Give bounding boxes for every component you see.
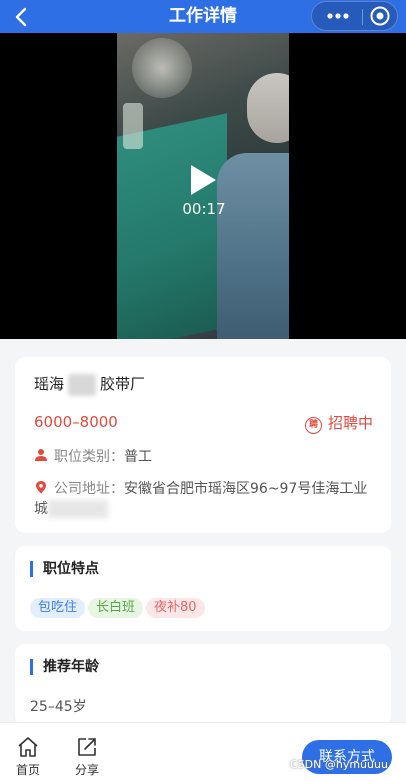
person-icon <box>35 449 47 461</box>
job-category-label: 职位类别： <box>54 449 124 465</box>
company-name-prefix: 瑶海 <box>34 375 65 393</box>
job-category: 职位类别：普工 <box>34 446 152 466</box>
video-player[interactable]: 00:17 <box>0 33 406 339</box>
mini-program-capsule <box>311 1 398 31</box>
more-icon[interactable] <box>322 2 354 30</box>
redacted-blur <box>48 500 108 518</box>
video-light <box>132 38 192 98</box>
job-category-value: 普工 <box>124 449 152 465</box>
video-bottle <box>123 103 143 149</box>
hiring-status: 聘招聘中 <box>304 412 373 434</box>
video-worker-head <box>247 73 289 143</box>
feature-tag: 夜补80 <box>146 598 205 618</box>
tab-home[interactable]: 首页 <box>8 735 48 778</box>
salary: 6000–8000 <box>34 413 118 431</box>
section-title: 推荐年龄 <box>30 659 99 675</box>
capsule-divider <box>362 9 363 25</box>
feature-tag: 包吃住 <box>30 598 86 618</box>
play-icon[interactable] <box>188 163 218 197</box>
video-worker <box>217 153 289 339</box>
section-title: 职位特点 <box>30 561 99 577</box>
hiring-status-label: 招聘中 <box>327 414 373 432</box>
redacted-blur <box>68 373 97 396</box>
location-pin-icon <box>36 481 46 494</box>
feature-tags: 包吃住 长白班 夜补80 <box>30 596 208 618</box>
feature-tag: 长白班 <box>88 598 144 618</box>
nav-bar: 工作详情 <box>0 0 406 33</box>
home-icon <box>18 737 38 757</box>
company-name: 瑶海 胶带厂 <box>34 373 145 396</box>
job-features-card: 职位特点 包吃住 长白班 夜补80 <box>15 546 391 631</box>
company-name-suffix: 胶带厂 <box>100 375 146 393</box>
hiring-badge-icon: 聘 <box>304 417 322 434</box>
address-label: 公司地址： <box>54 481 124 497</box>
share-icon <box>78 738 96 756</box>
tab-share-label: 分享 <box>74 763 99 777</box>
bottom-bar: 首页 分享 联系方式 CSDN @hymuuuu <box>0 722 406 782</box>
job-info-card: 瑶海 胶带厂 6000–8000 聘招聘中 职位类别：普工 公司地址：安徽省合肥市… <box>15 357 391 533</box>
video-time: 00:17 <box>182 200 226 218</box>
recommended-age-card: 推荐年龄 25–45岁 <box>15 644 391 726</box>
company-address: 公司地址：安徽省合肥市瑶海区96~97号佳海工业城 <box>34 479 380 519</box>
age-range: 25–45岁 <box>30 699 87 715</box>
watermark: CSDN @hymuuuu <box>290 758 388 771</box>
tab-share[interactable]: 分享 <box>67 735 107 778</box>
tab-home-label: 首页 <box>15 763 40 777</box>
close-target-icon[interactable] <box>368 4 392 28</box>
